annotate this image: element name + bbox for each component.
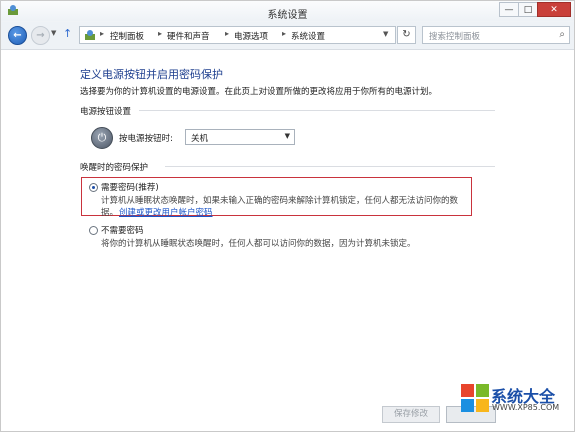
power-action-select[interactable]: 关机 ▼ (185, 129, 295, 145)
breadcrumb-hardware-sound[interactable]: 硬件和声音 (167, 30, 210, 42)
up-button[interactable]: ↑ (63, 27, 72, 40)
wake-password-section-title: 唤醒时的密码保护 (80, 163, 149, 173)
page-title: 定义电源按钮并启用密码保护 (80, 68, 223, 81)
search-input[interactable]: 搜索控制面板 ⌕ (422, 26, 570, 44)
power-action-value: 关机 (191, 134, 209, 144)
refresh-button[interactable]: ↻ (397, 26, 416, 44)
window: 系统设置 — □ ✕ ← → ▼ ↑ ▸ 控制面板 ▸ 硬件和声音 ▸ 电源选项… (0, 0, 575, 432)
maximize-button[interactable]: □ (518, 2, 538, 17)
breadcrumb-separator-icon: ▸ (282, 29, 287, 38)
no-password-label[interactable]: 不需要密码 (101, 224, 144, 236)
no-password-desc: 将你的计算机从睡眠状态唤醒时，任何人都可以访问你的数据，因为计算机未锁定。 (101, 239, 416, 249)
breadcrumb-separator-icon: ▸ (158, 29, 163, 38)
refresh-icon: ↻ (402, 29, 411, 40)
navigation-bar: ← → ▼ ↑ ▸ 控制面板 ▸ 硬件和声音 ▸ 电源选项 ▸ 系统设置 ▼ ↻… (1, 22, 574, 50)
address-dropdown[interactable]: ▼ (383, 30, 388, 38)
breadcrumb-system-settings[interactable]: 系统设置 (291, 30, 325, 42)
search-icon[interactable]: ⌕ (559, 29, 565, 40)
breadcrumb-power-options[interactable]: 电源选项 (234, 30, 268, 42)
recent-pages-dropdown[interactable]: ▼ (51, 29, 56, 37)
window-title: 系统设置 (267, 10, 308, 21)
forward-button[interactable]: → (31, 26, 50, 45)
change-password-link[interactable]: 创建或更改用户帐户密码 (119, 206, 213, 218)
require-password-desc-cont: 据。 (101, 208, 119, 218)
close-button[interactable]: ✕ (537, 2, 571, 17)
chevron-down-icon: ▼ (51, 29, 57, 37)
power-icon: ⏻ (91, 127, 113, 149)
breadcrumb-separator-icon: ▸ (100, 29, 105, 38)
require-password-radio[interactable] (89, 183, 98, 192)
breadcrumb-separator-icon: ▸ (225, 29, 230, 38)
search-placeholder: 搜索控制面板 (429, 32, 481, 42)
watermark-url: WWW.XP85.COM (492, 403, 560, 412)
no-password-radio[interactable] (89, 226, 98, 235)
content-area: 定义电源按钮并启用密码保护 选择要为你的计算机设置的电源设置。在此页上对设置所做… (1, 50, 574, 431)
power-button-section-title: 电源按钮设置 (80, 107, 132, 117)
forward-arrow-icon: → (36, 30, 45, 41)
back-button[interactable]: ← (8, 26, 27, 45)
require-password-desc: 计算机从睡眠状态唤醒时，如果未输入正确的密码来解除计算机锁定，任何人都无法访问你… (101, 196, 459, 206)
chevron-down-icon: ▼ (383, 30, 389, 38)
section-divider (165, 166, 495, 167)
page-description: 选择要为你的计算机设置的电源设置。在此页上对设置所做的更改将应用于你所有的电源计… (80, 87, 438, 97)
control-panel-icon (85, 30, 95, 40)
minimize-button[interactable]: — (499, 2, 519, 17)
require-password-label[interactable]: 需要密码(推荐) (101, 181, 159, 193)
save-changes-button[interactable]: 保存修改 (382, 406, 440, 423)
breadcrumb-control-panel[interactable]: 控制面板 (110, 30, 144, 42)
power-button-label: 按电源按钮时: (119, 134, 173, 144)
back-arrow-icon: ← (13, 30, 22, 41)
address-bar[interactable]: ▸ 控制面板 ▸ 硬件和声音 ▸ 电源选项 ▸ 系统设置 ▼ (79, 26, 396, 44)
up-arrow-icon: ↑ (63, 27, 73, 40)
windows-logo-icon (461, 384, 489, 412)
title-bar: 系统设置 — □ ✕ (1, 1, 574, 21)
section-divider (139, 110, 495, 111)
chevron-down-icon: ▼ (284, 132, 290, 140)
